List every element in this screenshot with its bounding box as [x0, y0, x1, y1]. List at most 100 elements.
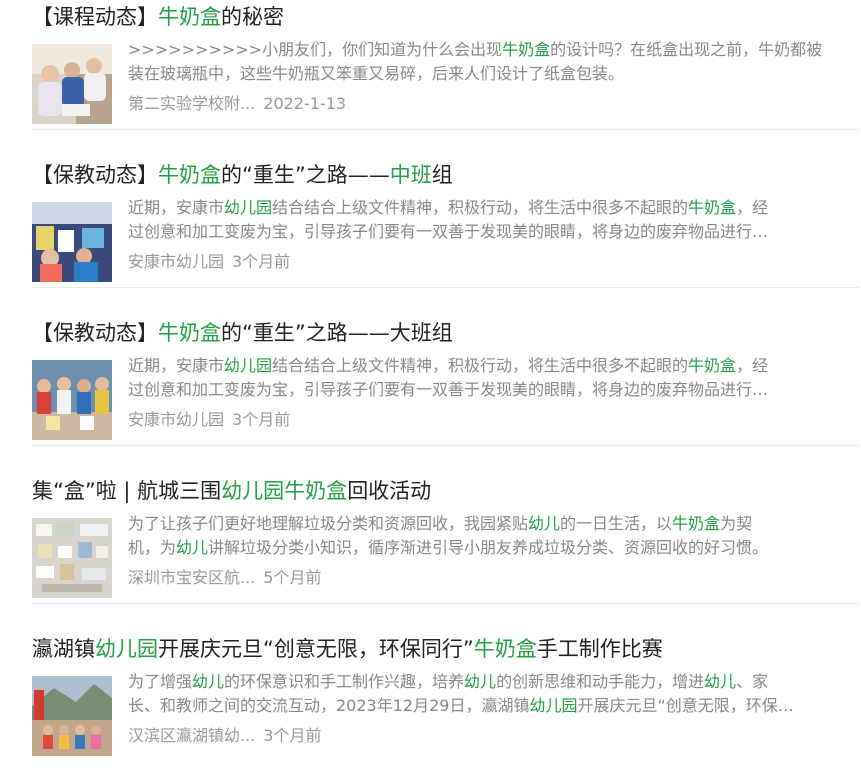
result-item: 【课程动态】牛奶盒的秘密 >>>>>>>>>>小朋友们，你们知道为什么会出现牛奶… — [32, 0, 860, 144]
result-source[interactable]: 深圳市宝安区航... — [128, 568, 255, 587]
result-title-link[interactable]: 【保教动态】牛奶盒的“重生”之路——大班组 — [32, 318, 860, 348]
result-thumbnail[interactable] — [32, 202, 112, 282]
divider — [32, 603, 860, 604]
result-summary: 近期，安康市幼儿园结合结合上级文件精神，积极行动，将生活中很多不起眼的牛奶盒，经… — [128, 354, 828, 402]
result-meta: 安康市幼儿园 3个月前 — [128, 252, 290, 272]
search-results-list: 【课程动态】牛奶盒的秘密 >>>>>>>>>>小朋友们，你们知道为什么会出现牛奶… — [0, 0, 861, 766]
summary-line: 为了增强幼儿的环保意识和手工制作兴趣，培养幼儿的创新思维和动手能力，增进幼儿、家 — [128, 670, 828, 694]
recycling-board-photo — [32, 518, 112, 598]
text-segment: 结合结合上级文件精神，积极行动，将生活中很多不起眼的 — [272, 356, 689, 375]
text-segment: 的环保意识和手工制作兴趣，培养 — [224, 672, 465, 691]
text-segment: 为了增强 — [128, 672, 193, 691]
text-segment: 为契 — [720, 514, 753, 533]
result-item: 【保教动态】牛奶盒的“重生”之路——中班组 近期，安康市幼儿园结合结合上级文件精… — [32, 144, 860, 302]
text-segment: 讲解垃圾分类小知识，循序渐进引导小朋友养成垃圾分类、资源回收的好习惯。 — [208, 538, 769, 557]
highlighted-keyword: 牛奶盒 — [158, 163, 221, 187]
text-segment: 装在玻璃瓶中，这些牛奶瓶又笨重又易碎，后来人们设计了纸盒包装。 — [128, 64, 625, 83]
result-title-link[interactable]: 【课程动态】牛奶盒的秘密 — [32, 2, 860, 32]
text-segment: 长、和教师之间的交流互动，2023年12月29日，瀛湖镇 — [128, 696, 530, 715]
summary-line: 过创意和加工变废为宝，引导孩子们要有一双善于发现美的眼睛，将身边的废弃物品进行… — [128, 220, 828, 244]
result-meta: 安康市幼儿园 3个月前 — [128, 410, 290, 430]
text-segment: 开展庆元旦“创意无限，环保… — [577, 696, 794, 715]
result-item: 集“盒”啦 | 航城三围幼儿园牛奶盒回收活动 为了让孩子们更好地理解垃圾分类和资… — [32, 460, 860, 618]
text-segment: 瀛湖镇 — [32, 637, 95, 661]
highlighted-keyword: 中班 — [389, 163, 432, 187]
result-item: 【保教动态】牛奶盒的“重生”之路——大班组 近期，安康市幼儿园结合结合上级文件精… — [32, 302, 860, 460]
result-meta: 第二实验学校附... 2022-1-13 — [128, 94, 346, 114]
result-meta: 汉滨区瀛湖镇幼... 3个月前 — [128, 726, 321, 746]
summary-line: 过创意和加工变废为宝，引导孩子们要有一双善于发现美的眼睛，将身边的废弃物品进行… — [128, 378, 828, 402]
text-segment: 组 — [431, 163, 453, 187]
result-summary: 为了增强幼儿的环保意识和手工制作兴趣，培养幼儿的创新思维和动手能力，增进幼儿、家… — [128, 670, 828, 718]
divider — [32, 445, 860, 446]
result-thumbnail[interactable] — [32, 518, 112, 598]
highlighted-keyword: 幼儿 — [464, 672, 497, 691]
text-segment: 回收活动 — [347, 479, 432, 503]
summary-line: 机，为幼儿讲解垃圾分类小知识，循序渐进引导小朋友养成垃圾分类、资源回收的好习惯。 — [128, 536, 828, 560]
text-segment: 【保教动态】 — [32, 163, 158, 187]
summary-line: 装在玻璃瓶中，这些牛奶瓶又笨重又易碎，后来人们设计了纸盒包装。 — [128, 62, 828, 86]
highlighted-keyword: 幼儿园 — [221, 479, 285, 503]
summary-line: >>>>>>>>>>小朋友们，你们知道为什么会出现牛奶盒的设计吗？在纸盒出现之前… — [128, 38, 828, 62]
highlighted-keyword: 幼儿 — [704, 672, 737, 691]
text-segment: 机，为 — [128, 538, 177, 557]
highlighted-keyword: 牛奶盒 — [158, 321, 221, 345]
kids-group-photo — [32, 360, 112, 440]
summary-line: 为了让孩子们更好地理解垃圾分类和资源回收，我园紧贴幼儿的一日生活，以牛奶盒为契 — [128, 512, 828, 536]
divider — [32, 129, 860, 130]
text-segment: ，经 — [736, 198, 769, 217]
result-source[interactable]: 汉滨区瀛湖镇幼... — [128, 726, 255, 745]
result-thumbnail[interactable] — [32, 360, 112, 440]
highlighted-keyword: 幼儿 — [192, 672, 225, 691]
result-thumbnail[interactable] — [32, 44, 112, 124]
text-segment: 的设计吗？在纸盒出现之前，牛奶都被 — [550, 40, 823, 59]
text-segment: 手工制作比赛 — [536, 637, 663, 661]
highlighted-keyword: 牛奶盒 — [688, 356, 737, 375]
text-segment: 过创意和加工变废为宝，引导孩子们要有一双善于发现美的眼睛，将身边的废弃物品进行… — [128, 380, 769, 399]
children-crafts-photo — [32, 202, 112, 282]
text-segment: 的秘密 — [221, 5, 284, 29]
result-item: 瀛湖镇幼儿园开展庆元旦“创意无限，环保同行”牛奶盒手工制作比赛 为了增强幼儿的环… — [32, 618, 860, 776]
highlighted-keyword: 幼儿园 — [224, 356, 273, 375]
outdoor-group-photo — [32, 676, 112, 756]
highlighted-keyword: 幼儿园 — [224, 198, 273, 217]
summary-line: 长、和教师之间的交流互动，2023年12月29日，瀛湖镇幼儿园开展庆元旦“创意无… — [128, 694, 828, 718]
result-title-link[interactable]: 瀛湖镇幼儿园开展庆元旦“创意无限，环保同行”牛奶盒手工制作比赛 — [32, 634, 860, 664]
result-time: 3个月前 — [263, 726, 322, 745]
result-title-link[interactable]: 【保教动态】牛奶盒的“重生”之路——中班组 — [32, 160, 860, 190]
text-segment: 近期，安康市 — [128, 356, 225, 375]
result-summary: 近期，安康市幼儿园结合结合上级文件精神，积极行动，将生活中很多不起眼的牛奶盒，经… — [128, 196, 828, 244]
result-title-link[interactable]: 集“盒”啦 | 航城三围幼儿园牛奶盒回收活动 — [32, 476, 860, 506]
result-source[interactable]: 安康市幼儿园 — [128, 252, 224, 271]
text-segment: 过创意和加工变废为宝，引导孩子们要有一双善于发现美的眼睛，将身边的废弃物品进行… — [128, 222, 769, 241]
text-segment: 结合结合上级文件精神，积极行动，将生活中很多不起眼的 — [272, 198, 689, 217]
highlighted-keyword: 牛奶盒 — [284, 479, 348, 503]
highlighted-keyword: 牛奶盒 — [672, 514, 721, 533]
highlighted-keyword: 幼儿 — [176, 538, 209, 557]
highlighted-keyword: 牛奶盒 — [688, 198, 737, 217]
classroom-photo — [32, 44, 112, 124]
highlighted-keyword: 牛奶盒 — [158, 5, 221, 29]
result-summary: >>>>>>>>>>小朋友们，你们知道为什么会出现牛奶盒的设计吗？在纸盒出现之前… — [128, 38, 828, 86]
text-segment: 近期，安康市 — [128, 198, 225, 217]
highlighted-keyword: 幼儿园 — [95, 637, 158, 661]
text-segment: 【保教动态】 — [32, 321, 158, 345]
text-segment: ，经 — [736, 356, 769, 375]
summary-line: 近期，安康市幼儿园结合结合上级文件精神，积极行动，将生活中很多不起眼的牛奶盒，经 — [128, 354, 828, 378]
result-source[interactable]: 第二实验学校附... — [128, 94, 255, 113]
result-time: 3个月前 — [232, 410, 291, 429]
result-summary: 为了让孩子们更好地理解垃圾分类和资源回收，我园紧贴幼儿的一日生活，以牛奶盒为契机… — [128, 512, 828, 560]
text-segment: 、家 — [736, 672, 769, 691]
highlighted-keyword: 幼儿园 — [529, 696, 578, 715]
text-segment: 的一日生活，以 — [560, 514, 673, 533]
text-segment: 的“重生”之路—— — [221, 163, 390, 187]
result-time: 5个月前 — [263, 568, 322, 587]
summary-line: 近期，安康市幼儿园结合结合上级文件精神，积极行动，将生活中很多不起眼的牛奶盒，经 — [128, 196, 828, 220]
text-segment: 集“盒”啦 | 航城三围 — [32, 479, 222, 503]
result-thumbnail[interactable] — [32, 676, 112, 756]
result-source[interactable]: 安康市幼儿园 — [128, 410, 224, 429]
text-segment: 为了让孩子们更好地理解垃圾分类和资源回收，我园紧贴 — [128, 514, 529, 533]
result-meta: 深圳市宝安区航... 5个月前 — [128, 568, 321, 588]
text-segment: 【课程动态】 — [32, 5, 158, 29]
divider — [32, 287, 860, 288]
